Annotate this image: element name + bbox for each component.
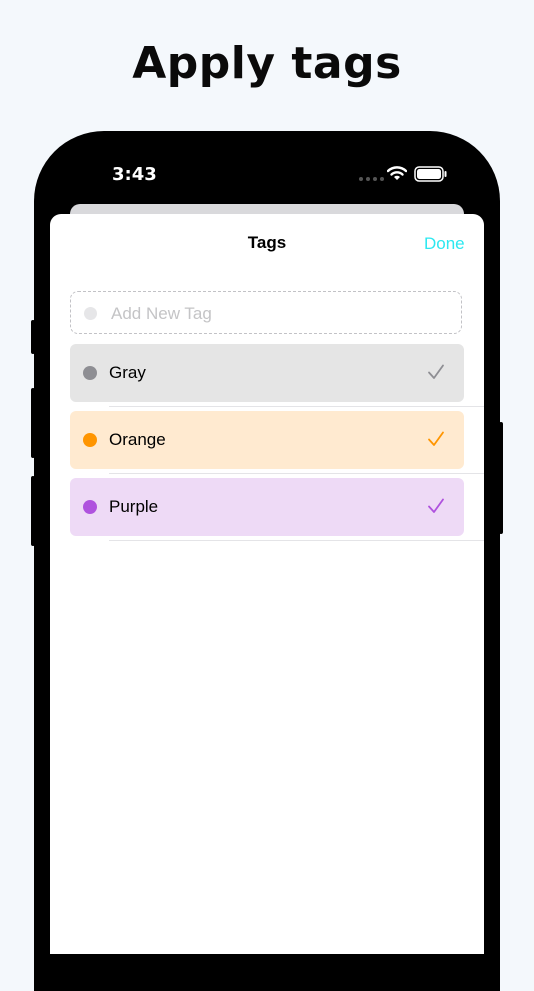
row-separator bbox=[109, 406, 484, 407]
tag-row-purple[interactable]: Purple bbox=[70, 478, 464, 536]
checkmark-icon bbox=[428, 498, 444, 513]
tag-row-orange[interactable]: Orange bbox=[70, 411, 464, 469]
checkmark-icon bbox=[428, 364, 444, 379]
row-separator bbox=[109, 540, 484, 541]
headline: Apply tags bbox=[132, 38, 402, 89]
status-time: 3:43 bbox=[112, 164, 157, 185]
battery-icon bbox=[414, 166, 447, 182]
phone-power-button bbox=[499, 422, 503, 534]
tag-color-dot bbox=[83, 433, 97, 447]
tag-color-dot bbox=[83, 366, 97, 380]
done-button[interactable]: Done bbox=[424, 234, 465, 254]
phone-mute-switch bbox=[31, 320, 35, 354]
tag-color-dot bbox=[83, 500, 97, 514]
add-new-tag-placeholder: Add New Tag bbox=[111, 304, 212, 323]
phone-volume-down bbox=[31, 476, 35, 546]
tag-label: Gray bbox=[109, 363, 146, 382]
tag-label: Orange bbox=[109, 430, 166, 449]
new-tag-color-dot bbox=[84, 307, 97, 320]
cellular-signal-icon bbox=[359, 177, 384, 181]
phone-volume-up bbox=[31, 388, 35, 458]
add-new-tag-field[interactable]: Add New Tag bbox=[70, 291, 462, 334]
wifi-icon bbox=[387, 166, 407, 180]
tag-row-gray[interactable]: Gray bbox=[70, 344, 464, 402]
row-separator bbox=[109, 473, 484, 474]
tag-label: Purple bbox=[109, 497, 159, 516]
checkmark-icon bbox=[428, 431, 444, 446]
